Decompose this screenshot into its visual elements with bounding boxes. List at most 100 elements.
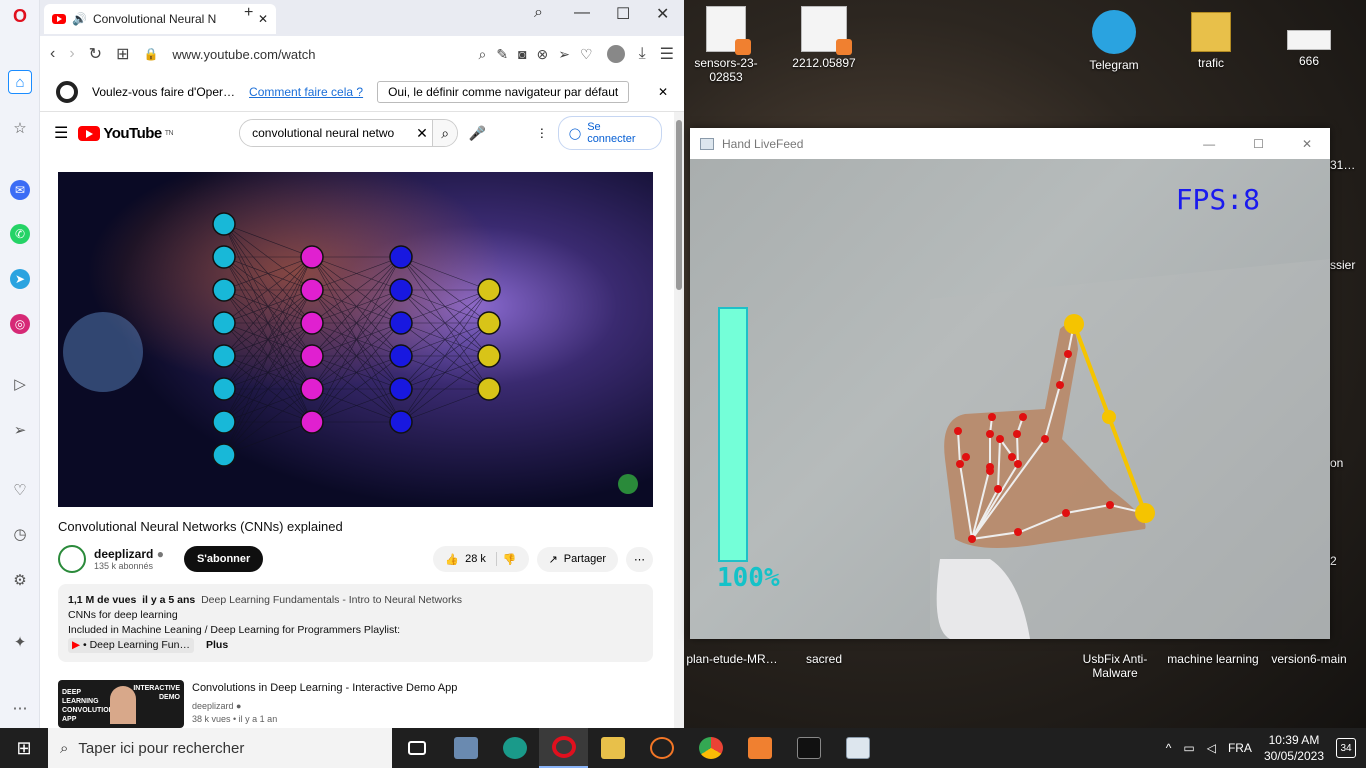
telegram-sidebar-icon[interactable]: ➤ [10,269,30,289]
channel-avatar[interactable] [58,545,86,573]
desktop-icon-telegram[interactable]: Telegram [1072,10,1156,72]
video-description[interactable]: 1,1 M de vues il y a 5 ans Deep Learning… [58,584,653,662]
block-icon[interactable]: ⊗ [537,46,549,63]
desktop-icon-machine-learning[interactable]: machine learning [1162,652,1264,666]
close-window-button[interactable]: ✕ [1302,137,1312,151]
set-default-button[interactable]: Oui, le définir comme navigateur par déf… [377,80,630,103]
edge-dev-icon[interactable] [490,728,539,768]
jupyter-icon[interactable] [637,728,686,768]
minimize-button[interactable]: — [574,4,590,22]
more-options-icon[interactable]: ⋯ [8,696,32,720]
like-button[interactable]: 👍 28 k 👎 [433,546,529,572]
lightbulb-icon[interactable]: ✦ [8,630,32,654]
terminal-icon[interactable] [784,728,833,768]
series-link[interactable]: Deep Learning Fundamentals - Intro to Ne… [201,594,462,606]
show-more-link[interactable]: Plus [206,638,228,653]
video-player[interactable] [58,172,653,507]
playlist-chip[interactable]: ▶ • Deep Learning Fun… [68,638,194,653]
search-icon[interactable]: ⌕ [479,46,487,63]
share-button[interactable]: ↗ Partager [536,546,618,572]
taskbar-search[interactable]: ⌕ Taper ici pour rechercher [48,728,392,768]
notification-center-icon[interactable]: 34 [1336,738,1356,758]
page-scrollbar[interactable] [674,112,684,728]
search-button[interactable]: ⌕ [431,120,458,146]
bookmarks-icon[interactable]: ☆ [8,116,32,140]
search-input[interactable] [240,120,417,146]
channel-name[interactable]: deeplizard ● [94,547,164,561]
camera-icon[interactable]: ◙ [518,46,526,63]
livefeed-taskbar-icon[interactable] [833,728,882,768]
close-tab-icon[interactable]: ✕ [258,12,268,26]
opera-taskbar-icon[interactable] [539,728,588,768]
desktop-icon-usbfix[interactable]: UsbFix Anti-Malware [1068,652,1162,680]
more-options-icon[interactable]: ⋮ [536,126,548,140]
home-icon[interactable]: ⌂ [8,70,32,94]
microphone-icon[interactable]: 🎤 [468,125,485,142]
new-tab-button[interactable]: + [244,4,253,22]
instagram-icon[interactable]: ◎ [10,314,30,334]
subscribe-button[interactable]: S'abonner [183,546,264,572]
more-actions-button[interactable]: ⋯ [626,546,653,572]
file-explorer-icon[interactable] [588,728,637,768]
description-line: CNNs for deep learning [68,609,178,621]
desktop-icon-666[interactable]: 666 [1267,30,1351,68]
speaker-icon[interactable]: ◁ [1207,741,1216,755]
opera-menu-icon[interactable]: O [8,4,32,28]
tabs-grid-icon[interactable]: ⊞ [116,44,129,64]
forward-icon[interactable]: › [69,45,74,63]
profile-icon[interactable] [606,45,625,63]
recommended-channel[interactable]: deeplizard ● [192,700,457,713]
recommended-title[interactable]: Convolutions in Deep Learning - Interact… [192,682,457,694]
signin-button[interactable]: ◯ Se connecter [557,116,662,150]
desktop-icon-plan-etude[interactable]: plan-etude-MR… [684,652,780,666]
neuron-node [477,311,501,335]
task-view-icon[interactable] [392,728,441,768]
history-icon[interactable]: ◷ [8,522,32,546]
easy-setup-icon[interactable]: ☰ [660,44,674,64]
desktop-icon-2212[interactable]: 2212.05897 [782,6,866,70]
player-icon[interactable]: ▷ [8,372,32,396]
chrome-icon[interactable] [686,728,735,768]
thumbs-down-icon[interactable]: 👎 [503,553,517,566]
desktop-icon-label: sensors-23-02853 [694,56,758,84]
pc-icon[interactable] [441,728,490,768]
tab-youtube[interactable]: 🔊 Convolutional Neural N ✕ [44,4,276,34]
close-infobar-icon[interactable]: ✕ [658,85,668,99]
download-icon[interactable]: ⤓ [639,45,646,63]
desktop-icon-sensors[interactable]: sensors-23-02853 [684,6,768,84]
desktop-icon-sacred[interactable]: sacred [782,652,866,666]
speaker-icon[interactable]: 🔊 [72,12,87,26]
recommended-video[interactable]: DEEP LEARNING CONVOLUTION APP INTERACTIV… [58,680,653,728]
close-window-button[interactable]: ✕ [656,4,669,24]
chevron-up-icon[interactable]: ^ [1166,741,1172,755]
youtube-logo[interactable]: YouTube TN [78,125,174,142]
whatsapp-icon[interactable]: ✆ [10,224,30,244]
scrollbar-thumb[interactable] [676,120,682,290]
url-field[interactable]: www.youtube.com/watch [172,47,464,62]
maximize-button[interactable]: ☐ [1253,137,1264,151]
send-icon[interactable]: ➢ [8,418,32,442]
heart-icon[interactable]: ♡ [8,478,32,502]
search-tabs-icon[interactable]: ⌕ [534,4,543,22]
back-icon[interactable]: ‹ [50,45,55,63]
messenger-icon[interactable]: ✉ [10,180,30,200]
minimize-button[interactable]: — [1203,137,1215,151]
windows-start-icon[interactable]: ⊞ [0,728,48,768]
desktop-icon-trafic[interactable]: trafic [1169,12,1253,70]
settings-gear-icon[interactable]: ⚙ [8,568,32,592]
infobar-link[interactable]: Comment faire cela ? [249,85,363,99]
clock[interactable]: 10:39 AM 30/05/2023 [1264,732,1324,764]
desktop-icon-version6[interactable]: version6-main [1266,652,1352,666]
maximize-button[interactable]: ☐ [616,4,630,24]
heart-icon[interactable]: ♡ [580,46,593,63]
livefeed-titlebar[interactable]: Hand LiveFeed — ☐ ✕ [690,128,1330,159]
language-indicator[interactable]: FRA [1228,741,1252,755]
send-icon[interactable]: ➢ [558,46,570,63]
clear-search-icon[interactable]: ✕ [416,120,432,146]
reload-icon[interactable]: ↻ [89,44,102,64]
network-icon[interactable]: ▭ [1183,741,1194,755]
hamburger-menu-icon[interactable]: ☰ [54,123,68,143]
edit-icon[interactable]: ✎ [496,46,508,63]
pdf-reader-icon[interactable] [735,728,784,768]
recommended-thumbnail[interactable]: DEEP LEARNING CONVOLUTION APP INTERACTIV… [58,680,184,728]
